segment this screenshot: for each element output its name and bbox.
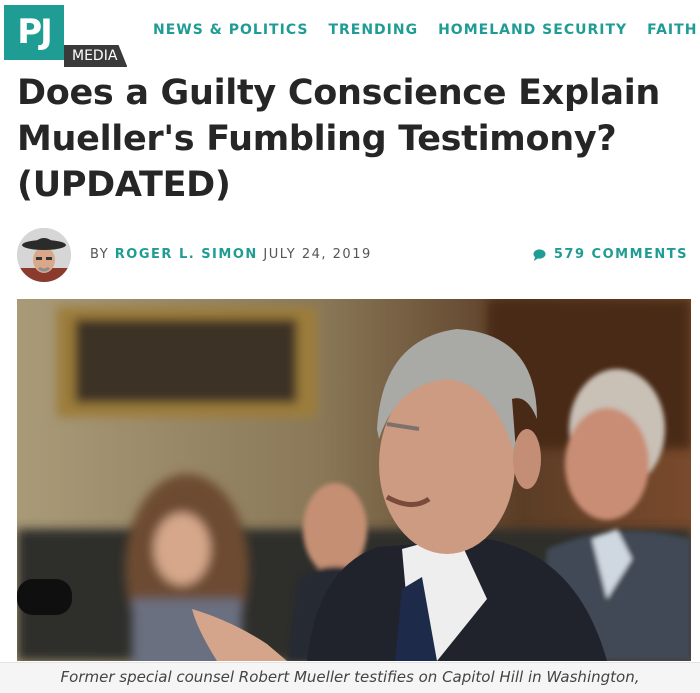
author-link[interactable]: ROGER L. SIMON xyxy=(115,247,258,262)
site-logo[interactable]: PJ MEDIA xyxy=(4,5,144,67)
comment-bubble-icon xyxy=(533,248,546,261)
site-header: PJ MEDIA NEWS & POLITICS TRENDING HOMELA… xyxy=(0,0,700,67)
nav-homeland-security[interactable]: HOMELAND SECURITY xyxy=(438,22,627,38)
nav-news-politics[interactable]: NEWS & POLITICS xyxy=(153,22,308,38)
publish-date: JULY 24, 2019 xyxy=(263,247,372,262)
byline-row: BY ROGER L. SIMON JULY 24, 2019 579 COMM… xyxy=(17,228,692,284)
comments-count: 579 COMMENTS xyxy=(553,247,688,262)
comments-link[interactable]: 579 COMMENTS xyxy=(533,247,688,262)
hearing-photo-image xyxy=(17,299,691,661)
photo-caption: Former special counsel Robert Mueller te… xyxy=(0,662,700,693)
byline-prefix: BY xyxy=(90,247,110,262)
logo-pj-mark: PJ xyxy=(4,5,64,60)
article-headline: Does a Guilty Conscience Explain Mueller… xyxy=(17,73,661,205)
author-avatar-image xyxy=(17,228,71,282)
author-avatar[interactable] xyxy=(17,228,71,282)
nav-trending[interactable]: TRENDING xyxy=(328,22,418,38)
logo-media-tag: MEDIA xyxy=(64,45,128,67)
article-photo xyxy=(17,299,691,661)
byline-text: BY ROGER L. SIMON JULY 24, 2019 xyxy=(90,247,372,262)
main-nav: NEWS & POLITICS TRENDING HOMELAND SECURI… xyxy=(153,22,697,38)
nav-faith[interactable]: FAITH xyxy=(647,22,697,38)
